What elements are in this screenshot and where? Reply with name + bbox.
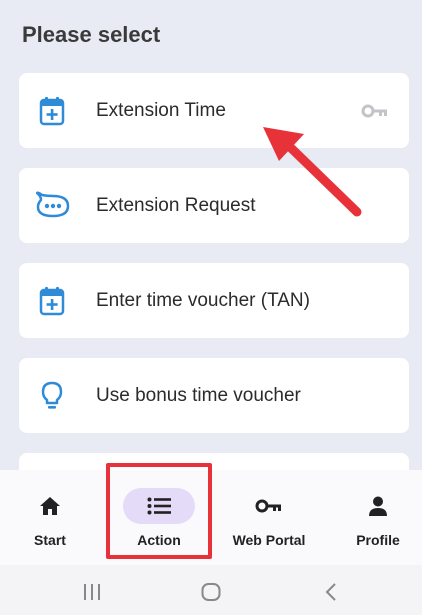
annotation-highlight-box (106, 463, 212, 559)
